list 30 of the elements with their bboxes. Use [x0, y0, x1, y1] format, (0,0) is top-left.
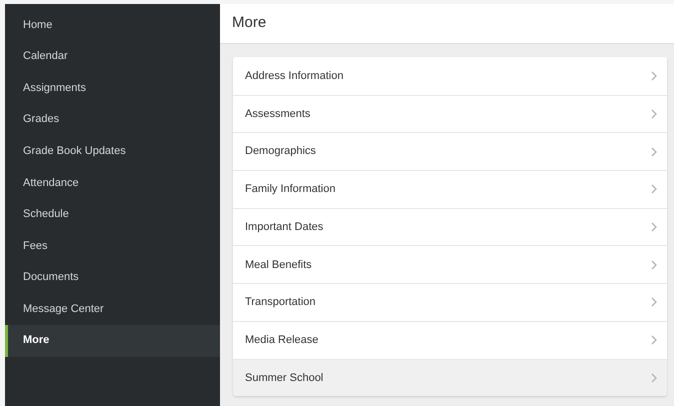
list-item[interactable]: Meal Benefits — [233, 245, 667, 284]
sidebar-item[interactable]: Grades — [5, 104, 220, 136]
chevron-right-icon — [651, 109, 657, 120]
chevron-right-icon — [651, 146, 657, 157]
list-item[interactable]: Important Dates — [233, 208, 667, 246]
sidebar-item[interactable]: Attendance — [5, 166, 220, 199]
chevron-right-icon — [651, 372, 657, 383]
list-item[interactable]: Demographics — [233, 132, 667, 170]
sidebar-item[interactable]: Grade Book Updates — [5, 135, 220, 167]
chevron-right-icon — [651, 297, 657, 308]
chevron-right-icon — [651, 184, 657, 194]
list-item[interactable]: Summer School — [233, 358, 667, 396]
sidebar-item[interactable]: Message Center — [5, 293, 220, 325]
page-title: More — [232, 13, 266, 34]
list-item[interactable]: Address Information — [233, 57, 667, 95]
chevron-right-icon — [651, 260, 657, 270]
list-item[interactable]: Assessments — [233, 94, 667, 132]
sidebar-item[interactable]: Fees — [5, 230, 220, 262]
sidebar-item[interactable]: Calendar — [5, 40, 220, 72]
sidebar-item[interactable]: Documents — [5, 262, 220, 294]
list-item[interactable]: Family Information — [233, 170, 667, 208]
list-item[interactable]: Media Release — [233, 320, 667, 358]
sidebar-item[interactable]: More — [5, 324, 220, 357]
sidebar-item[interactable]: Schedule — [5, 198, 220, 230]
chevron-right-icon — [651, 335, 657, 346]
chevron-right-icon — [651, 222, 657, 232]
chevron-right-icon — [651, 70, 657, 81]
sidebar-item[interactable]: Home — [5, 9, 220, 41]
sidebar-item[interactable]: Assignments — [5, 72, 220, 104]
list-item[interactable]: Transportation — [233, 283, 667, 321]
